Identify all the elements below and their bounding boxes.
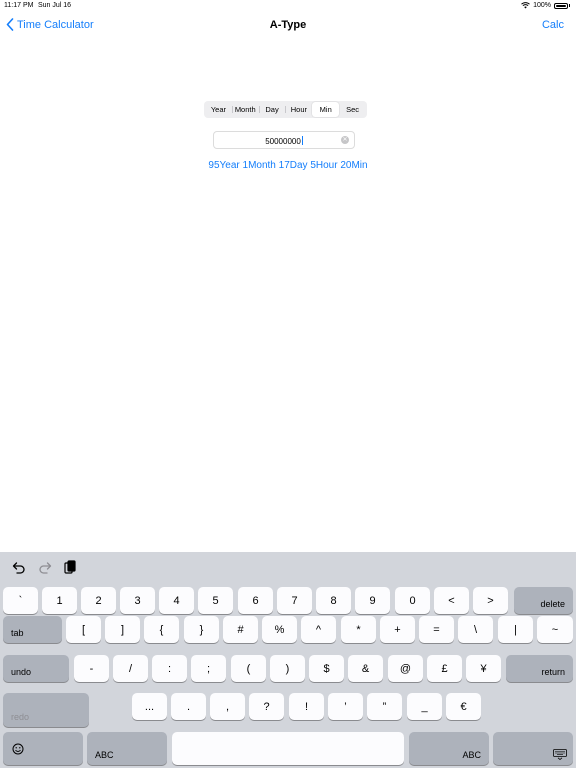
- keyboard: ` 1 2 3 4 5 6 7 8 9 0 < > delete tab [ ]…: [0, 552, 576, 768]
- tab-key[interactable]: tab: [3, 616, 62, 643]
- battery-icon: [554, 2, 568, 9]
- battery-tip: [569, 4, 570, 7]
- key[interactable]: ’: [328, 693, 363, 720]
- segment-hour[interactable]: Hour: [285, 102, 312, 117]
- key[interactable]: ...: [132, 693, 167, 720]
- result-text: 95Year 1Month 17Day 5Hour 20Min: [208, 160, 368, 171]
- segment-min[interactable]: Min: [312, 102, 340, 117]
- space-key[interactable]: [172, 732, 404, 765]
- key[interactable]: ]: [105, 616, 140, 643]
- key[interactable]: ;: [191, 655, 226, 682]
- segment-sec[interactable]: Sec: [339, 102, 366, 117]
- keyboard-hide-icon: [553, 749, 567, 760]
- key[interactable]: !: [289, 693, 324, 720]
- key[interactable]: 0: [395, 587, 430, 614]
- status-right: 100%: [521, 2, 570, 9]
- abc-left-key[interactable]: ABC: [87, 732, 167, 765]
- key[interactable]: }: [184, 616, 219, 643]
- key[interactable]: 2: [81, 587, 116, 614]
- wifi-icon: [521, 2, 530, 9]
- key[interactable]: .: [171, 693, 206, 720]
- status-bar: 11:17 PM Sun Jul 16 100%: [0, 0, 576, 12]
- undo-key[interactable]: undo: [3, 655, 69, 682]
- key[interactable]: 3: [120, 587, 155, 614]
- key[interactable]: *: [341, 616, 376, 643]
- nav-bar: Time Calculator A-Type Calc: [0, 14, 576, 38]
- key[interactable]: €: [446, 693, 481, 720]
- key[interactable]: ,: [210, 693, 245, 720]
- abc-right-key[interactable]: ABC: [409, 732, 489, 765]
- text-caret: [301, 136, 303, 145]
- battery-percent: 100%: [533, 2, 551, 9]
- key[interactable]: =: [419, 616, 454, 643]
- status-time: 11:17 PM: [4, 2, 34, 9]
- key[interactable]: :: [152, 655, 187, 682]
- key[interactable]: @: [388, 655, 423, 682]
- key[interactable]: 1: [42, 587, 77, 614]
- calc-button[interactable]: Calc: [542, 19, 564, 31]
- key[interactable]: %: [262, 616, 297, 643]
- key[interactable]: ¥: [466, 655, 501, 682]
- page-title: A-Type: [269, 19, 307, 31]
- key[interactable]: ~: [537, 616, 573, 643]
- delete-key[interactable]: delete: [514, 587, 573, 614]
- key[interactable]: 6: [238, 587, 273, 614]
- value-input[interactable]: 50000000 ✕: [213, 131, 355, 149]
- emoji-key[interactable]: [3, 732, 83, 765]
- key[interactable]: $: [309, 655, 344, 682]
- key[interactable]: -: [74, 655, 109, 682]
- dismiss-keyboard-key[interactable]: [493, 732, 573, 765]
- key[interactable]: #: [223, 616, 258, 643]
- value-input-text: 50000000: [265, 137, 301, 146]
- segment-year[interactable]: Year: [205, 102, 232, 117]
- unit-segmented-control: Year Month Day Hour Min Sec: [204, 101, 367, 118]
- key[interactable]: /: [113, 655, 148, 682]
- key[interactable]: (: [231, 655, 266, 682]
- status-date: Sun Jul 16: [38, 2, 72, 9]
- redo-key[interactable]: redo: [3, 693, 89, 727]
- redo-icon[interactable]: [38, 560, 52, 574]
- key[interactable]: ?: [249, 693, 284, 720]
- key[interactable]: +: [380, 616, 415, 643]
- key[interactable]: |: [498, 616, 533, 643]
- key[interactable]: `: [3, 587, 38, 614]
- key[interactable]: <: [434, 587, 469, 614]
- undo-icon[interactable]: [12, 560, 26, 574]
- clear-icon[interactable]: ✕: [341, 136, 349, 144]
- key[interactable]: ”: [367, 693, 402, 720]
- key[interactable]: {: [144, 616, 179, 643]
- key[interactable]: £: [427, 655, 462, 682]
- key[interactable]: _: [407, 693, 442, 720]
- smiley-icon: [12, 743, 24, 754]
- return-key[interactable]: return: [506, 655, 573, 682]
- key[interactable]: 5: [198, 587, 233, 614]
- key[interactable]: &: [348, 655, 383, 682]
- value-input-text-wrap: 50000000: [214, 136, 354, 146]
- key[interactable]: 8: [316, 587, 351, 614]
- paste-icon[interactable]: [63, 560, 77, 574]
- key[interactable]: [: [66, 616, 101, 643]
- key[interactable]: ): [270, 655, 305, 682]
- key[interactable]: 4: [159, 587, 194, 614]
- key[interactable]: 9: [355, 587, 390, 614]
- key[interactable]: 7: [277, 587, 312, 614]
- key[interactable]: \: [458, 616, 493, 643]
- key[interactable]: >: [473, 587, 508, 614]
- segment-day[interactable]: Day: [258, 102, 286, 117]
- segment-month[interactable]: Month: [231, 102, 259, 117]
- key[interactable]: ^: [301, 616, 336, 643]
- keyboard-toolbar: [0, 552, 200, 582]
